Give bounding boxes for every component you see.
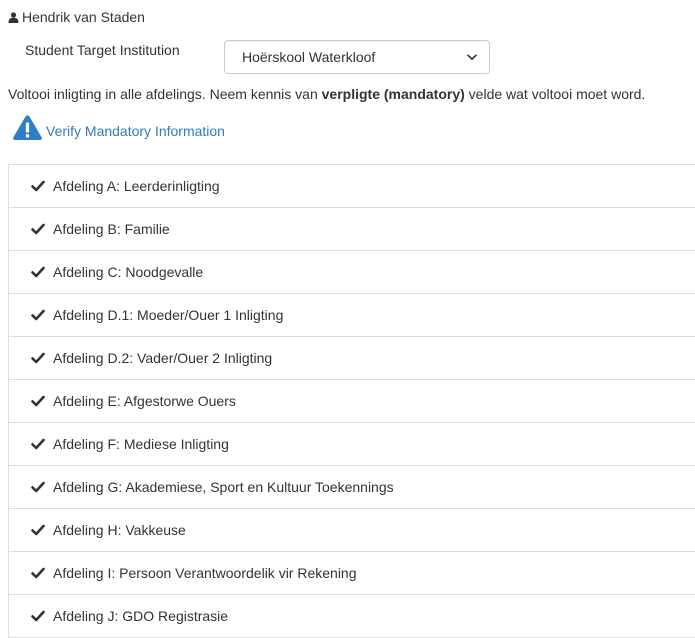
section-item[interactable]: Afdeling B: Familie xyxy=(8,208,695,251)
section-item[interactable]: Afdeling A: Leerderinligting xyxy=(8,165,695,208)
section-item[interactable]: Afdeling H: Vakkeuse xyxy=(8,509,695,552)
chevron-down-icon xyxy=(467,53,477,61)
check-icon xyxy=(31,524,45,536)
instructions-text: Voltooi inligting in alle afdelings. Nee… xyxy=(8,86,645,102)
section-item[interactable]: Afdeling I: Persoon Verantwoordelik vir … xyxy=(8,552,695,595)
user-name: Hendrik van Staden xyxy=(22,9,145,25)
check-icon xyxy=(31,266,45,278)
check-icon xyxy=(31,567,45,579)
section-item[interactable]: Afdeling E: Afgestorwe Ouers xyxy=(8,380,695,423)
section-item-label: Afdeling H: Vakkeuse xyxy=(53,522,186,538)
check-icon xyxy=(31,481,45,493)
check-icon xyxy=(31,309,45,321)
section-item[interactable]: Afdeling F: Mediese Inligting xyxy=(8,423,695,466)
section-item-label: Afdeling F: Mediese Inligting xyxy=(53,436,229,452)
check-icon xyxy=(31,610,45,622)
target-institution-label: Student Target Institution xyxy=(25,42,180,58)
user-icon xyxy=(8,11,19,23)
instructions-after: velde wat voltooi moet word. xyxy=(464,86,646,102)
section-item-label: Afdeling E: Afgestorwe Ouers xyxy=(53,393,236,409)
instructions-before: Voltooi inligting in alle afdelings. Nee… xyxy=(8,86,322,102)
sections-list: Afdeling A: Leerderinligting Afdeling B: … xyxy=(8,164,695,638)
section-item-label: Afdeling I: Persoon Verantwoordelik vir … xyxy=(53,565,357,581)
verify-mandatory-label: Verify Mandatory Information xyxy=(46,123,225,139)
check-icon xyxy=(31,395,45,407)
section-item[interactable]: Afdeling D.1: Moeder/Ouer 1 Inligting xyxy=(8,294,695,337)
target-institution-value: Hoërskool Waterkloof xyxy=(242,49,376,65)
warning-icon xyxy=(12,114,43,141)
section-item-label: Afdeling B: Familie xyxy=(53,221,170,237)
check-icon xyxy=(31,352,45,364)
user-info: Hendrik van Staden xyxy=(8,9,145,25)
target-institution-row: Student Target Institution Hoërskool Wat… xyxy=(25,40,490,74)
instructions-mandatory: verpligte (mandatory) xyxy=(321,86,465,102)
section-item-label: Afdeling G: Akademiese, Sport en Kultuur… xyxy=(53,479,394,495)
check-icon xyxy=(31,223,45,235)
check-icon xyxy=(31,438,45,450)
section-item-label: Afdeling A: Leerderinligting xyxy=(53,178,220,194)
section-item[interactable]: Afdeling C: Noodgevalle xyxy=(8,251,695,294)
section-item[interactable]: Afdeling J: GDO Registrasie xyxy=(8,595,695,638)
section-item-label: Afdeling C: Noodgevalle xyxy=(53,264,204,280)
section-item-label: Afdeling D.1: Moeder/Ouer 1 Inligting xyxy=(53,307,284,323)
verify-mandatory-link[interactable]: Verify Mandatory Information xyxy=(12,114,225,141)
section-item-label: Afdeling J: GDO Registrasie xyxy=(53,608,229,624)
section-item[interactable]: Afdeling G: Akademiese, Sport en Kultuur… xyxy=(8,466,695,509)
check-icon xyxy=(31,180,45,192)
section-item[interactable]: Afdeling D.2: Vader/Ouer 2 Inligting xyxy=(8,337,695,380)
target-institution-select[interactable]: Hoërskool Waterkloof xyxy=(224,40,490,74)
section-item-label: Afdeling D.2: Vader/Ouer 2 Inligting xyxy=(53,350,273,366)
